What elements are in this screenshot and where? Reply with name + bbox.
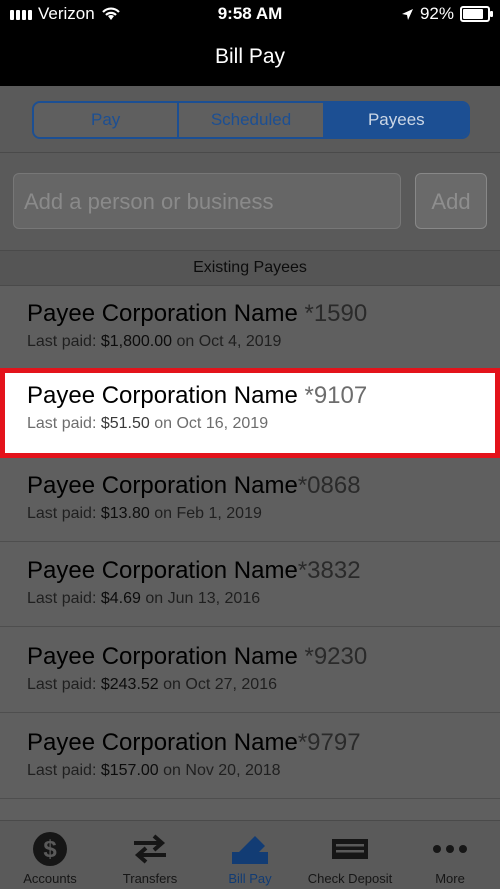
payee-row[interactable]: Payee Corporation Name *1590 Last paid: …: [0, 286, 500, 370]
payee-amount: $157.00: [100, 762, 159, 779]
payee-account: *9107: [304, 382, 368, 409]
payee-name: Payee Corporation Name*3832: [27, 557, 361, 584]
payee-account: *0868: [297, 472, 361, 499]
transfer-arrows-icon: [134, 834, 166, 864]
payee-name: Payee Corporation Name*9797: [27, 729, 361, 756]
tabbar-check-deposit[interactable]: Check Deposit: [300, 821, 400, 889]
check-icon: [332, 839, 368, 859]
payee-row[interactable]: Payee Corporation Name *9230 Last paid: …: [0, 629, 500, 713]
payee-date: on Oct 4, 2019: [176, 333, 282, 350]
tabbar-label: Bill Pay: [228, 871, 272, 886]
add-payee-area: Add a person or business Add: [0, 153, 500, 250]
payee-row-highlighted[interactable]: Payee Corporation Name *9107 Last paid: …: [0, 368, 500, 458]
payee-row[interactable]: Payee Corporation Name*9797 Last paid: $…: [0, 715, 500, 799]
tabbar-label: Check Deposit: [307, 871, 393, 886]
more-dots-icon: [433, 845, 467, 853]
add-payee-placeholder: Add a person or business: [24, 189, 274, 214]
payee-name: Payee Corporation Name *9107: [27, 382, 368, 409]
battery-percent: 92%: [419, 4, 454, 23]
battery-fill: [463, 9, 484, 19]
dollar-icon: $: [33, 832, 67, 866]
bill-pay-icon: [232, 836, 268, 864]
payee-amount: $243.52: [100, 676, 159, 693]
payee-account: *3832: [297, 557, 361, 584]
payee-amount: $51.50: [100, 415, 150, 432]
tab-scheduled[interactable]: Scheduled: [179, 103, 325, 137]
payee-last-paid: Last paid: $51.50 on Oct 16, 2019: [27, 415, 269, 432]
payee-row[interactable]: Payee Corporation Name*0868 Last paid: $…: [0, 458, 500, 542]
tabbar-bill-pay[interactable]: Bill Pay: [200, 821, 300, 889]
segment-area: Pay Scheduled Payees: [0, 86, 500, 153]
payee-amount: $13.80: [100, 505, 150, 522]
tabbar-accounts[interactable]: $ Accounts: [0, 821, 100, 889]
payee-date: on Feb 1, 2019: [154, 505, 262, 522]
add-payee-button[interactable]: Add: [415, 173, 487, 229]
payee-row[interactable]: Payee Corporation Name*3832 Last paid: $…: [0, 543, 500, 627]
payee-date: on Oct 16, 2019: [154, 415, 269, 432]
tab-bar: $ Accounts Transfers Bill Pay Check Depo…: [0, 820, 500, 889]
payee-amount: $1,800.00: [100, 333, 173, 350]
payee-last-paid: Last paid: $243.52 on Oct 27, 2016: [27, 676, 277, 693]
payee-last-paid: Last paid: $1,800.00 on Oct 4, 2019: [27, 333, 282, 350]
payee-last-paid: Last paid: $13.80 on Feb 1, 2019: [27, 505, 262, 522]
payee-amount: $4.69: [100, 590, 141, 607]
payee-date: on Nov 20, 2018: [163, 762, 281, 779]
add-payee-input[interactable]: Add a person or business: [13, 173, 401, 229]
tab-pay[interactable]: Pay: [34, 103, 180, 137]
navigation-bar: Bill Pay: [0, 28, 500, 86]
page-title: Bill Pay: [214, 45, 286, 68]
payee-date: on Jun 13, 2016: [145, 590, 261, 607]
tabbar-transfers[interactable]: Transfers: [100, 821, 200, 889]
payee-last-paid: Last paid: $157.00 on Nov 20, 2018: [27, 762, 281, 779]
status-bar: Verizon 9:58 AM 92%: [0, 0, 500, 28]
segmented-control: Pay Scheduled Payees: [32, 101, 470, 139]
payee-account: *9230: [304, 643, 368, 670]
tabbar-label: Accounts: [23, 871, 77, 886]
payee-account: *9797: [297, 729, 361, 756]
payee-account: *1590: [304, 300, 368, 327]
tabbar-more[interactable]: More: [400, 821, 500, 889]
payee-last-paid: Last paid: $4.69 on Jun 13, 2016: [27, 590, 261, 607]
battery-icon: [460, 6, 493, 22]
tabbar-label: More: [435, 871, 465, 886]
payee-name: Payee Corporation Name *9230: [27, 643, 368, 670]
payee-name: Payee Corporation Name *1590: [27, 300, 368, 327]
section-header-existing-payees: Existing Payees: [0, 250, 500, 286]
tabbar-label: Transfers: [122, 871, 178, 886]
payee-name: Payee Corporation Name*0868: [27, 472, 361, 499]
status-right: 92%: [401, 4, 493, 24]
payee-date: on Oct 27, 2016: [163, 676, 277, 693]
svg-text:$: $: [43, 836, 57, 863]
tab-payees[interactable]: Payees: [324, 103, 468, 137]
location-arrow-icon: [401, 8, 413, 20]
